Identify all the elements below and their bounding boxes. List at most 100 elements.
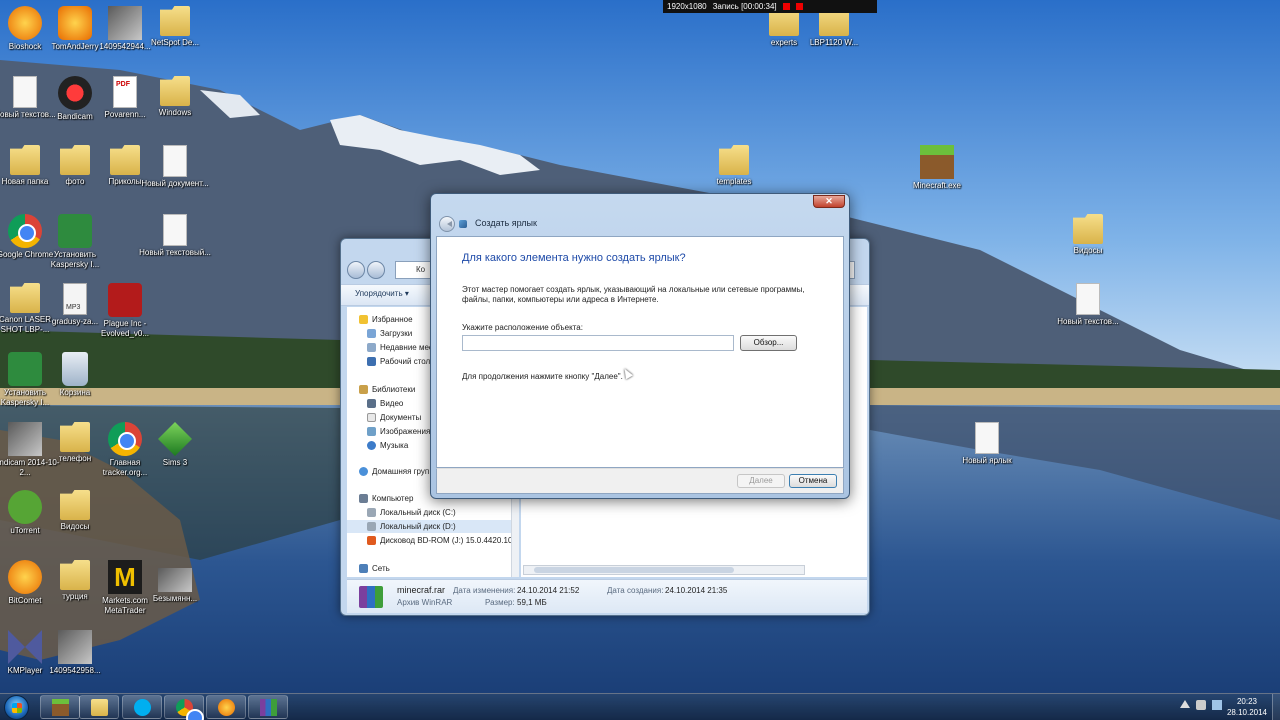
back-arrow-icon[interactable] [439,216,455,232]
nav-label: Рабочий стол [380,357,431,366]
scrollbar-thumb[interactable] [534,567,734,573]
desktop-icon-label: Новый документ... [141,179,209,188]
details-filename: minecraf.rar [397,585,446,595]
chrome-icon [176,699,204,720]
location-input[interactable] [462,335,734,351]
record-icon[interactable] [782,3,790,10]
nav-label: Локальный диск (D:) [380,522,456,531]
desktop-icon[interactable]: Новый документ... [137,145,213,189]
image-file-icon [58,630,92,664]
star-icon [359,315,368,324]
desktop-icon[interactable]: templates [696,145,772,187]
nav-item-computer[interactable]: Компьютер [359,492,413,505]
desktop-icon[interactable]: Plague Inc - Evolved_v0... [87,283,163,339]
desktop-icon[interactable]: Безымянн... [137,568,213,604]
screen-recorder-bar[interactable]: 1920x1080 Запись [00:00:34] [663,0,877,13]
cancel-button[interactable]: Отмена [789,474,837,488]
create-shortcut-dialog[interactable]: ✕ Создать ярлык Для какого элемента нужн… [430,193,850,499]
desktop-icon[interactable]: Sims 3 [137,422,213,468]
details-pane: minecraf.rar Архив WinRAR Дата изменения… [347,579,867,613]
flag-icon[interactable] [1196,700,1206,710]
desktop-icon[interactable]: 1409542958... [37,630,113,676]
desktop-icon[interactable]: Windows [137,76,213,118]
desktop-icon[interactable]: Новый ярлык [949,422,1025,466]
browse-button[interactable]: Обзор... [740,335,797,351]
nav-item-drive-d[interactable]: Локальный диск (D:) [347,520,513,533]
nav-label: Документы [380,413,422,422]
folder-icon [60,145,90,175]
taskbar-app-explorer[interactable] [79,695,119,719]
nav-item-documents[interactable]: Документы [367,411,421,424]
video-library-icon [367,399,376,408]
taskbar-app-bitcomet[interactable] [206,695,246,719]
nav-item-homegroup[interactable]: Домашняя груп [359,465,429,478]
text-document-icon [13,76,37,108]
pictures-library-icon [367,427,376,436]
show-desktop-button[interactable] [1272,694,1280,720]
desktop-icon-label: Безымянн... [152,594,198,603]
details-created-value: 24.10.2014 21:35 [665,586,728,595]
desktop-icon[interactable]: Установить Kaspersky I... [37,214,113,270]
folder-icon [160,76,190,106]
recorder-resolution: 1920x1080 [667,2,707,11]
show-hidden-icons-icon[interactable] [1180,700,1190,708]
nav-label: Видео [380,399,404,408]
details-size-value: 59,1 МБ [517,598,547,607]
dialog-footer: Далее Отмена [436,468,844,494]
plague-inc-icon [108,283,142,317]
desktop-icon-label: Новый ярлык [962,456,1012,465]
dialog-title: Создать ярлык [475,218,537,228]
desktop-icon-label: Корзина [59,388,91,397]
organize-button[interactable]: Упорядочить ▾ [355,289,409,298]
taskbar-app-winrar[interactable] [248,695,288,719]
homegroup-icon [359,467,368,476]
nav-item-images[interactable]: Изображения [367,425,430,438]
folder-icon [719,145,749,175]
desktop-icon[interactable]: Корзина [37,352,113,398]
hard-drive-icon [367,508,376,517]
nav-item-libraries[interactable]: Библиотеки [359,383,415,396]
sims-icon [158,422,192,456]
desktop-icon[interactable]: Minecraft.exe [899,145,975,191]
nav-item-downloads[interactable]: Загрузки [367,327,412,340]
horizontal-scrollbar[interactable] [523,565,805,575]
wizard-hint: Для продолжения нажмите кнопку "Далее". [462,372,623,381]
network-tray-icon[interactable] [1212,700,1222,710]
nav-item-drive-j[interactable]: Дисковод BD-ROM (J:) 15.0.4420.1017 [367,534,517,547]
nav-label: Библиотеки [372,385,416,394]
details-modified-label: Дата изменения: [453,586,516,595]
dialog-body: Для какого элемента нужно создать ярлык?… [436,236,844,468]
nav-label: Сеть [372,564,390,573]
start-button[interactable] [4,695,29,720]
close-button[interactable]: ✕ [813,195,845,208]
desktop-icon[interactable]: Видосы [1050,214,1126,256]
desktop-icon[interactable]: Новый текстов... [1050,283,1126,327]
office-disc-icon [367,536,376,545]
nav-item-music[interactable]: Музыка [367,439,408,452]
nav-item-desktop[interactable]: Рабочий стол [367,355,430,368]
stop-icon[interactable] [795,3,803,10]
explorer-icon [91,699,108,716]
taskbar-app-chrome[interactable] [164,695,204,720]
bitcomet-icon [218,699,235,716]
nav-label: Изображения [380,427,431,436]
nav-item-network[interactable]: Сеть [359,562,390,575]
nav-item-recent[interactable]: Недавние мес [367,341,433,354]
taskbar-clock[interactable]: 20:23 28.10.2014 [1222,696,1272,718]
desktop-icon[interactable]: Новый текстовый... [137,214,213,258]
nav-item-drive-c[interactable]: Локальный диск (C:) [367,506,456,519]
taskbar: 20:23 28.10.2014 [0,693,1280,720]
forward-icon[interactable] [367,261,385,279]
wizard-description: Этот мастер помогает создать ярлык, указ… [462,285,805,304]
nav-item-video[interactable]: Видео [367,397,403,410]
taskbar-app-minecraft[interactable] [40,695,80,719]
desktop-icon-label: Minecraft.exe [912,181,962,190]
desktop-icon[interactable]: Видосы [37,490,113,532]
nav-label: Недавние мес [380,343,433,352]
desktop-icon[interactable]: NetSpot De... [137,6,213,48]
back-icon[interactable] [347,261,365,279]
nav-item-favorites[interactable]: Избранное [359,313,413,326]
taskbar-app-skype[interactable] [122,695,162,719]
details-filetype: Архив WinRAR [397,598,453,607]
next-button[interactable]: Далее [737,474,785,488]
